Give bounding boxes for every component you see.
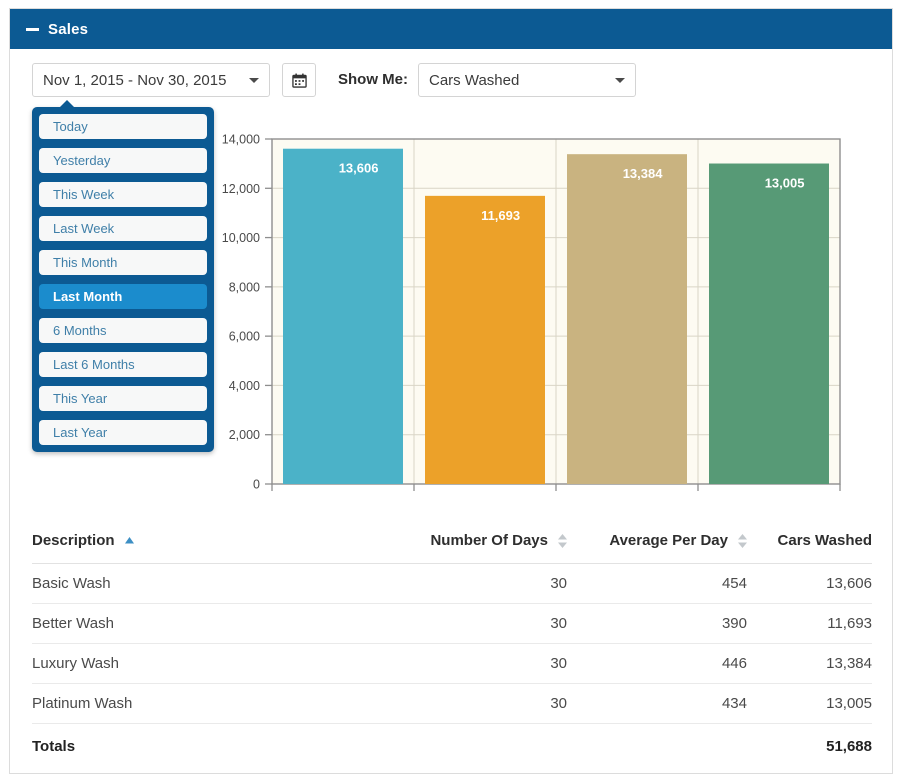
- minus-icon[interactable]: [26, 28, 39, 31]
- range-option-this-year[interactable]: This Year: [39, 386, 207, 411]
- cell-description: Platinum Wash: [32, 684, 372, 724]
- range-option-yesterday[interactable]: Yesterday: [39, 148, 207, 173]
- y-axis-tick-label: 14,000: [222, 133, 260, 147]
- cell-cars: 13,005: [747, 684, 872, 724]
- range-option-label: Last Year: [53, 425, 107, 440]
- range-option-last-month[interactable]: Last Month: [39, 284, 207, 309]
- y-axis-tick-label: 0: [253, 478, 260, 492]
- table-row: Luxury Wash3044613,384: [32, 644, 872, 684]
- cell-days: 30: [372, 644, 567, 684]
- cell-cars: 11,693: [747, 604, 872, 644]
- bar-platinum-wash[interactable]: [709, 164, 829, 484]
- column-label: Description: [32, 532, 115, 549]
- totals-days: [372, 724, 567, 767]
- show-me-label: Show Me:: [338, 63, 408, 97]
- sort-both-icon: [738, 534, 747, 548]
- range-option-label: Last Month: [53, 289, 122, 304]
- range-option-today[interactable]: Today: [39, 114, 207, 139]
- sort-asc-icon: [125, 537, 134, 544]
- chevron-down-icon: [249, 78, 259, 83]
- cell-avg: 446: [567, 644, 747, 684]
- cell-days: 30: [372, 684, 567, 724]
- column-label: Average Per Day: [609, 532, 728, 549]
- range-option-label: Yesterday: [53, 153, 110, 168]
- date-range-dropdown: Today Yesterday This Week Last Week This Mon…: [32, 107, 214, 452]
- show-me-value: Cars Washed: [429, 72, 519, 89]
- table-row: Basic Wash3045413,606: [32, 564, 872, 604]
- table-totals-row: Totals 51,688: [32, 724, 872, 767]
- range-option-label: Last Week: [53, 221, 114, 236]
- bar-value-label: 13,384: [623, 166, 664, 181]
- range-option-label: Today: [53, 119, 88, 134]
- y-axis-tick-label: 8,000: [229, 280, 260, 294]
- cell-days: 30: [372, 604, 567, 644]
- y-axis-tick-label: 12,000: [222, 182, 260, 196]
- range-option-label: This Year: [53, 391, 107, 406]
- bar-luxury-wash[interactable]: [567, 154, 687, 484]
- cell-description: Basic Wash: [32, 564, 372, 604]
- range-option-label: This Week: [53, 187, 114, 202]
- bar-value-label: 13,606: [339, 161, 379, 176]
- sales-table: Description Number Of Days: [32, 524, 872, 766]
- bar-value-label: 11,693: [481, 208, 520, 223]
- page-title: Sales: [48, 21, 88, 38]
- toolbar: Nov 1, 2015 - Nov 30, 2015 Show Me: Cars…: [10, 49, 892, 105]
- cell-days: 30: [372, 564, 567, 604]
- column-label: Cars Washed: [778, 532, 872, 549]
- range-option-label: This Month: [53, 255, 117, 270]
- chevron-down-icon: [615, 78, 625, 83]
- totals-cars: 51,688: [747, 724, 872, 767]
- range-option-label: 6 Months: [53, 323, 106, 338]
- range-option-this-week[interactable]: This Week: [39, 182, 207, 207]
- column-label: Number Of Days: [430, 532, 548, 549]
- cell-cars: 13,606: [747, 564, 872, 604]
- panel-header: Sales: [10, 9, 892, 49]
- cell-description: Better Wash: [32, 604, 372, 644]
- bar-better-wash[interactable]: [425, 196, 545, 484]
- cell-description: Luxury Wash: [32, 644, 372, 684]
- table-row: Platinum Wash3043413,005: [32, 684, 872, 724]
- range-option-last-year[interactable]: Last Year: [39, 420, 207, 445]
- y-axis-tick-label: 10,000: [222, 231, 260, 245]
- y-axis-tick-label: 6,000: [229, 330, 260, 344]
- column-header-average-per-day[interactable]: Average Per Day: [567, 524, 747, 564]
- date-range-picker[interactable]: Nov 1, 2015 - Nov 30, 2015: [32, 63, 270, 97]
- range-option-label: Last 6 Months: [53, 357, 135, 372]
- range-option-last-6-months[interactable]: Last 6 Months: [39, 352, 207, 377]
- range-option-this-month[interactable]: This Month: [39, 250, 207, 275]
- sales-panel: Sales Nov 1, 2015 - Nov 30, 2015 Show Me…: [9, 8, 893, 774]
- column-header-description[interactable]: Description: [32, 524, 372, 564]
- cell-cars: 13,384: [747, 644, 872, 684]
- bar-basic-wash[interactable]: [283, 149, 403, 484]
- cell-avg: 454: [567, 564, 747, 604]
- range-option-last-week[interactable]: Last Week: [39, 216, 207, 241]
- column-header-cars-washed[interactable]: Cars Washed: [747, 524, 872, 564]
- totals-avg: [567, 724, 747, 767]
- calendar-icon: [292, 73, 307, 88]
- calendar-button[interactable]: [282, 63, 316, 97]
- table-row: Better Wash3039011,693: [32, 604, 872, 644]
- sort-both-icon: [558, 534, 567, 548]
- y-axis-tick-label: 4,000: [229, 379, 260, 393]
- cell-avg: 390: [567, 604, 747, 644]
- bar-value-label: 13,005: [765, 176, 805, 191]
- date-range-value: Nov 1, 2015 - Nov 30, 2015: [43, 72, 226, 89]
- y-axis-tick-label: 2,000: [229, 428, 260, 442]
- totals-label: Totals: [32, 724, 372, 767]
- column-header-number-of-days[interactable]: Number Of Days: [372, 524, 567, 564]
- show-me-select[interactable]: Cars Washed: [418, 63, 636, 97]
- range-option-6-months[interactable]: 6 Months: [39, 318, 207, 343]
- cell-avg: 434: [567, 684, 747, 724]
- table-header-row: Description Number Of Days: [32, 524, 872, 564]
